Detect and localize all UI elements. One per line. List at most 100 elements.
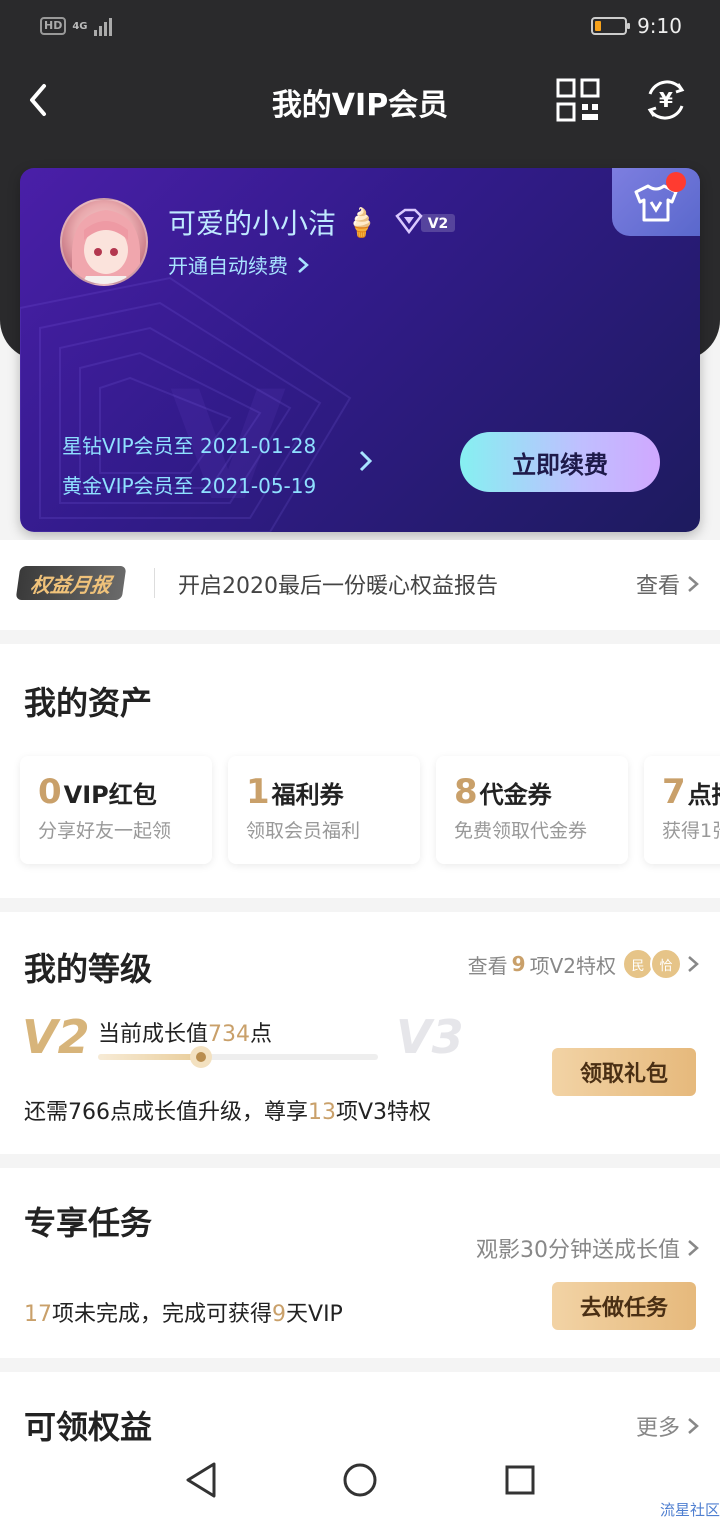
expiry-star-diamond: 星钻VIP会员至 2021-01-28 xyxy=(62,434,317,458)
growth-unit: 点 xyxy=(250,1022,273,1047)
chevron-right-icon xyxy=(688,1418,699,1434)
asset-sub: 分享好友一起领 xyxy=(38,820,172,842)
auto-renew-label: 开通自动续费 xyxy=(168,254,288,278)
progress-fill xyxy=(98,1054,201,1060)
vip-card: V 可爱的小小洁 🍦 V2 开通自动续费 星钻VIP会员至 2021-01-28… xyxy=(20,168,700,532)
nav-back-triangle-icon[interactable] xyxy=(184,1460,218,1500)
tasks-count: 17 xyxy=(24,1302,52,1327)
more-benefits-link[interactable]: 更多 xyxy=(636,1410,700,1442)
report-view-link[interactable]: 查看 xyxy=(636,568,700,600)
claim-gift-button[interactable]: 领取礼包 xyxy=(552,1048,696,1096)
growth-value-text: 当前成长值734点 xyxy=(98,1016,272,1048)
nav-home-circle-icon[interactable] xyxy=(342,1462,378,1498)
divider xyxy=(154,568,155,598)
chevron-right-icon xyxy=(298,256,309,273)
upgrade-need-text: 还需766点成长值升级，尊享13项V3特权 xyxy=(24,1094,431,1126)
report-text: 开启2020最后一份暖心权益报告 xyxy=(178,574,498,599)
notification-dot xyxy=(666,172,686,192)
asset-main: 7点播 xyxy=(662,772,720,812)
diamond-icon: V2 xyxy=(395,208,455,235)
asset-card-points[interactable]: 7点播 获得1张 xyxy=(644,756,720,864)
asset-main: 8 代金券 xyxy=(454,772,552,812)
asset-card-voucher[interactable]: 8 代金券 免费领取代金券 xyxy=(436,756,628,864)
my-assets-section: 我的资产 0 VIP红包 分享好友一起领 1 福利券 领取会员福利 8 代金券 免费领… xyxy=(0,644,720,898)
battery-icon xyxy=(591,17,631,35)
privilege-icon: 恰 xyxy=(650,948,682,980)
avatar[interactable] xyxy=(60,198,148,286)
need-suffix: 项V3特权 xyxy=(336,1100,432,1125)
growth-progress-bar xyxy=(98,1046,378,1068)
avatar-illustration xyxy=(72,210,140,284)
v2-level-badge[interactable]: V2 xyxy=(393,208,457,236)
asset-sub: 领取会员福利 xyxy=(246,820,361,842)
link-suffix: 项V2特权 xyxy=(529,953,616,978)
watermark: 流星社区 xyxy=(659,1501,720,1519)
asset-main: 1 福利券 xyxy=(246,772,344,812)
view-privileges-link[interactable]: 查看 9 项V2特权 民 恰 xyxy=(468,948,700,980)
assets-title: 我的资产 xyxy=(24,684,153,722)
expiry-gold: 黄金VIP会员至 2021-05-19 xyxy=(62,474,317,498)
growth-label: 当前成长值 xyxy=(98,1022,209,1047)
page-title: 我的VIP会员 xyxy=(271,88,449,123)
link-count: 9 xyxy=(511,952,526,976)
expiry-chevron-icon[interactable] xyxy=(356,448,376,474)
asset-sub: 获得1张 xyxy=(662,820,720,842)
asset-count: 7 xyxy=(662,772,686,812)
do-tasks-button[interactable]: 去做任务 xyxy=(552,1282,696,1330)
current-level: V2 xyxy=(22,1010,90,1064)
link-prefix: 查看 xyxy=(467,953,508,978)
tasks-link-label: 观影30分钟送成长值 xyxy=(476,1238,680,1263)
username-text: 可爱的小小洁 xyxy=(168,207,337,240)
nav-bar: 我的VIP会员 ¥ xyxy=(0,60,720,140)
chevron-right-icon xyxy=(688,1240,699,1256)
network-type: 4G xyxy=(72,20,88,32)
next-level: V3 xyxy=(396,1010,464,1064)
status-bar: HD 4G 9:10 xyxy=(0,0,720,56)
tasks-end: 天VIP xyxy=(286,1302,343,1327)
exclusive-tasks-section: 专享任务 观影30分钟送成长值 17项未完成，完成可获得9天VIP 去做任务 xyxy=(0,1168,720,1358)
qr-code-icon[interactable] xyxy=(556,78,600,122)
watch-30min-link[interactable]: 观影30分钟送成长值 xyxy=(476,1232,700,1264)
asset-main: 0 VIP红包 xyxy=(38,772,157,812)
svg-text:¥: ¥ xyxy=(659,88,673,112)
asset-card-welfare-coupon[interactable]: 1 福利券 领取会员福利 xyxy=(228,756,420,864)
username: 可爱的小小洁 🍦 V2 xyxy=(168,202,457,242)
tasks-mid: 项未完成，完成可获得 xyxy=(52,1302,273,1327)
need-prefix: 还需766点成长值升级，尊享 xyxy=(24,1100,308,1125)
progress-knob xyxy=(189,1046,212,1068)
asset-count: 1 xyxy=(246,772,270,812)
system-nav-bar: 流星社区 xyxy=(0,1440,720,1520)
asset-count: 0 xyxy=(38,772,62,812)
nav-recents-square-icon[interactable] xyxy=(504,1464,536,1496)
asset-label: 代金券 xyxy=(479,781,552,809)
tasks-title: 专享任务 xyxy=(24,1204,153,1242)
asset-card-red-packet[interactable]: 0 VIP红包 分享好友一起领 xyxy=(20,756,212,864)
need-count: 13 xyxy=(308,1100,336,1125)
privilege-icons: 民 恰 xyxy=(622,948,682,980)
asset-list: 0 VIP红包 分享好友一起领 1 福利券 领取会员福利 8 代金券 免费领取代金券 … xyxy=(20,756,720,864)
my-level-section: 我的等级 查看 9 项V2特权 民 恰 V2 当前成长值734点 V3 还需766点… xyxy=(0,912,720,1154)
app-root: HD 4G 9:10 我的VIP会员 ¥ V 可爱的小小洁 🍦 V2 开通自动续… xyxy=(0,0,720,1520)
auto-renew-link[interactable]: 开通自动续费 xyxy=(168,250,310,279)
asset-sub: 免费领取代金券 xyxy=(454,820,588,842)
yen-exchange-icon[interactable]: ¥ xyxy=(642,76,690,124)
clock: 9:10 xyxy=(637,14,682,38)
renew-now-button[interactable]: 立即续费 xyxy=(460,432,660,492)
chevron-right-icon xyxy=(688,576,699,592)
monthly-report-bar[interactable]: 权益月报 开启2020最后一份暖心权益报告 查看 xyxy=(0,540,720,630)
growth-value: 734 xyxy=(208,1022,251,1047)
hd-badge: HD xyxy=(40,17,67,35)
level-title: 我的等级 xyxy=(24,950,153,988)
asset-count: 8 xyxy=(454,772,478,812)
more-label: 更多 xyxy=(635,1416,680,1441)
signal-icon xyxy=(93,16,112,36)
asset-label: 点播 xyxy=(687,781,720,809)
status-right: 9:10 xyxy=(591,14,682,38)
status-left: HD 4G xyxy=(40,16,112,36)
asset-label: 福利券 xyxy=(271,781,344,809)
chevron-right-icon xyxy=(688,956,699,972)
icecream-emoji: 🍦 xyxy=(344,205,379,239)
vip-tshirt-tab[interactable] xyxy=(612,168,700,236)
tasks-summary: 17项未完成，完成可获得9天VIP xyxy=(24,1296,343,1328)
report-badge: 权益月报 xyxy=(15,566,127,600)
